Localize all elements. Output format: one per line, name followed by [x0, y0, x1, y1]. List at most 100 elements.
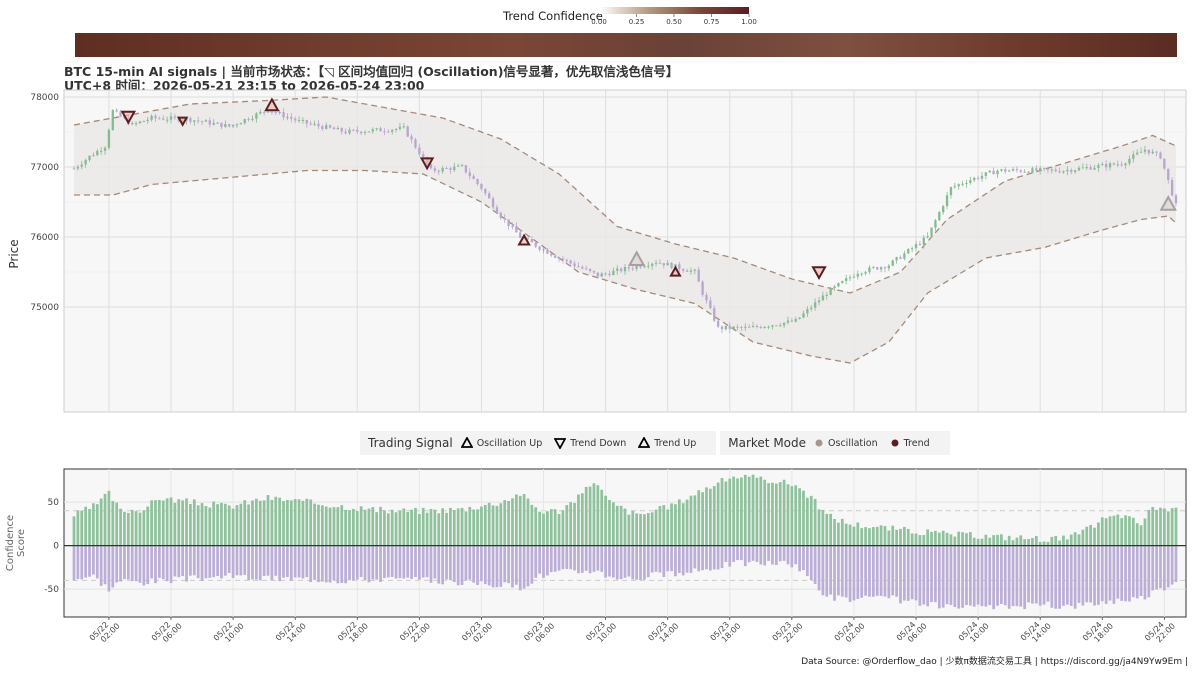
- confidence-bar-negative: [243, 545, 247, 575]
- confidence-bar-negative: [619, 545, 623, 580]
- candle-body: [484, 188, 487, 194]
- confidence-bar-negative: [949, 545, 953, 605]
- confidence-bar-negative: [608, 545, 611, 577]
- legend-trend-up: Trend Up: [638, 437, 696, 449]
- candle-body: [158, 118, 161, 120]
- confidence-bar-negative: [305, 545, 309, 578]
- confidence-tick-label: -50: [44, 585, 59, 595]
- confidence-bar-negative: [972, 545, 976, 607]
- confidence-bar-negative: [961, 545, 964, 608]
- candle-body: [1011, 169, 1015, 171]
- candle-body: [864, 272, 867, 274]
- confidence-bar-positive: [879, 525, 883, 546]
- candle-body: [99, 150, 103, 152]
- candle-body: [169, 116, 173, 120]
- confidence-bar-positive: [1174, 507, 1178, 546]
- confidence-bar-negative: [926, 545, 930, 607]
- candle-body: [965, 182, 968, 184]
- x-tick-label: 05/2422:00: [1143, 615, 1177, 649]
- candle-body: [876, 267, 879, 270]
- confidence-bar-negative: [871, 545, 875, 597]
- confidence-bar-positive: [130, 509, 134, 546]
- confidence-bar-positive: [903, 526, 906, 546]
- candle-body: [344, 131, 347, 134]
- confidence-bar-positive: [584, 486, 588, 546]
- confidence-bar-negative: [759, 545, 763, 565]
- confidence-bar-positive: [650, 512, 654, 546]
- confidence-bar-negative: [1089, 545, 1092, 603]
- confidence-bar-negative: [220, 545, 223, 579]
- candle-body: [736, 326, 739, 328]
- confidence-bar-negative: [1000, 545, 1003, 605]
- confidence-bar-negative: [200, 545, 204, 582]
- confidence-bar-negative: [1128, 545, 1131, 602]
- confidence-bar-negative: [701, 545, 704, 571]
- confidence-bar-negative: [379, 545, 382, 582]
- confidence-bar-positive: [740, 477, 743, 546]
- confidence-bar-negative: [317, 545, 320, 583]
- confidence-bar-negative: [778, 545, 782, 562]
- confidence-bar-negative: [1112, 545, 1116, 604]
- confidence-bar-positive: [720, 477, 724, 546]
- confidence-bar-positive: [1023, 539, 1027, 546]
- confidence-bar-positive: [1081, 529, 1085, 546]
- confidence-bar-positive: [774, 483, 778, 546]
- confidence-bar-positive: [499, 503, 503, 546]
- candle-body: [763, 326, 766, 328]
- confidence-bar-negative: [592, 545, 596, 572]
- confidence-bar-positive: [239, 503, 243, 546]
- data-source: Data Source: @Orderflow_dao | 少数π数据流交易工具…: [801, 657, 1188, 667]
- candle-body: [325, 125, 328, 129]
- confidence-bar-negative: [80, 545, 84, 580]
- confidence-bar-negative: [282, 545, 285, 578]
- legend-trend: Trend: [890, 438, 930, 449]
- confidence-bar-positive: [732, 476, 736, 546]
- candle-body: [852, 276, 856, 278]
- candle-body: [903, 253, 906, 259]
- confidence-bar-negative: [1015, 545, 1019, 607]
- candle-body: [530, 239, 534, 243]
- candle-body: [1007, 170, 1011, 172]
- confidence-tick-label: 0: [53, 542, 59, 552]
- confidence-bar-negative: [1007, 545, 1011, 609]
- confidence-bar-negative: [146, 545, 150, 585]
- candle-body: [1015, 169, 1019, 171]
- confidence-bar-negative: [930, 545, 933, 602]
- candle-body: [546, 249, 549, 254]
- candle-body: [794, 318, 797, 322]
- confidence-bar-negative: [538, 545, 541, 574]
- confidence-bar-negative: [410, 545, 413, 579]
- confidence-bar-negative: [1093, 545, 1096, 606]
- confidence-bar-positive: [701, 492, 704, 546]
- confidence-bar-negative: [546, 545, 549, 576]
- confidence-bar-negative: [452, 545, 456, 583]
- confidence-bar-positive: [786, 484, 790, 546]
- confidence-bar-positive: [464, 511, 468, 546]
- candle-body: [619, 268, 623, 272]
- confidence-bar-positive: [305, 498, 309, 546]
- confidence-bar-negative: [355, 545, 359, 580]
- confidence-bar-positive: [483, 504, 487, 546]
- confidence-bar-positive: [518, 495, 522, 546]
- mode-legend-title: Market Mode: [728, 436, 807, 450]
- confidence-bar-negative: [1174, 545, 1178, 583]
- candle-body: [309, 123, 312, 125]
- confidence-bar-negative: [375, 545, 379, 580]
- candle-body: [798, 317, 801, 319]
- candle-body: [887, 265, 891, 269]
- confidence-bar-positive: [231, 508, 235, 546]
- confidence-bar-negative: [612, 545, 615, 578]
- confidence-bar-positive: [445, 512, 448, 546]
- candle-body: [833, 286, 836, 289]
- confidence-bar-negative: [743, 545, 747, 567]
- confidence-bar-negative: [980, 545, 984, 607]
- confidence-bar-negative: [968, 545, 972, 606]
- confidence-bar-positive: [212, 501, 216, 546]
- confidence-bar-positive: [243, 500, 247, 546]
- confidence-bar-positive: [1000, 534, 1003, 546]
- candle-body: [313, 123, 316, 125]
- candle-body: [689, 270, 693, 272]
- candle-body: [650, 263, 654, 266]
- confidence-bar-positive: [491, 505, 495, 546]
- confidence-bar-negative: [1038, 545, 1042, 606]
